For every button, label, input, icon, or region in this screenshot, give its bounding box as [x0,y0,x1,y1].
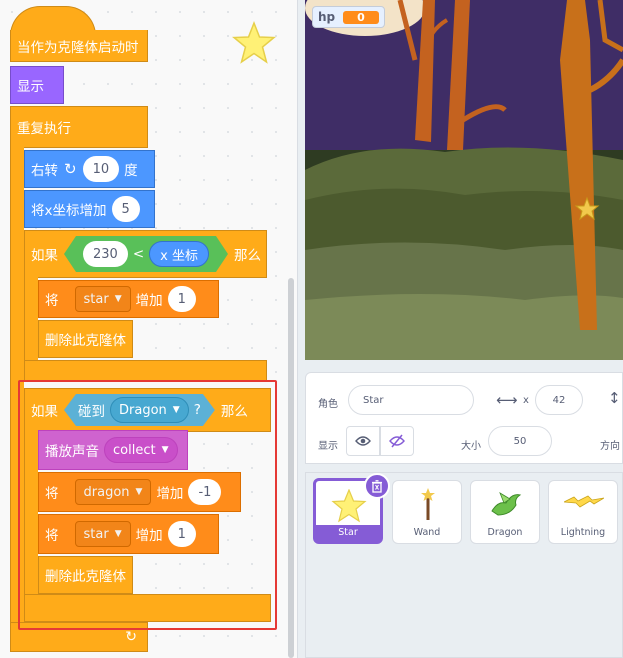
when-clone-starts-block[interactable]: 当作为克隆体启动时 [10,30,148,62]
size-label: 大小 [461,441,481,452]
turn-degrees-input[interactable]: 10 [82,156,120,182]
x-position-value: 42 [552,394,566,406]
show-block[interactable]: 显示 [10,66,64,104]
sprite-tile-lightning[interactable]: Lightning [548,480,618,544]
show-visibility-label: 显示 [318,441,338,452]
sprite-tile-wand[interactable]: Wand [392,480,462,544]
delete-clone-label-1: 删除此克隆体 [45,333,126,349]
when-clone-starts-label: 当作为克隆体启动时 [17,39,139,56]
repeat-arrow-icon: ↻ [125,629,137,645]
hp-monitor-label: hp [318,10,336,24]
stage-backdrop [305,0,623,360]
turn-right-label: 右转 [31,163,58,179]
hp-monitor[interactable]: hp 0 [312,6,385,28]
sprite-name-value: Star [363,394,384,406]
size-value: 50 [513,435,527,447]
sprite-tile-name: Wand [413,527,441,538]
vertical-arrow-icon: ↕ [608,389,621,407]
code-area[interactable]: 当作为克隆体启动时 显示 重复执行 ↻ 右转 ↻ 10 度 将x坐标增加 5 如… [0,0,298,658]
x-position-reporter[interactable]: x 坐标 [149,241,209,267]
if-arm-1 [24,276,38,362]
variable-dropdown-1[interactable]: star ▼ [74,286,131,312]
code-scrollbar[interactable] [288,278,294,658]
direction-label: 方向 [600,441,620,452]
if-block-1[interactable]: 如果 230 < x 坐标 那么 [24,230,267,278]
sprite-tile-name: Lightning [560,527,606,538]
less-than-symbol: < [132,246,145,262]
horizontal-arrow-icon: ⟷ [496,391,518,409]
change-x-block[interactable]: 将x坐标增加 5 [24,190,155,228]
turn-right-block[interactable]: 右转 ↻ 10 度 [24,150,155,188]
sprite-tile-dragon[interactable]: Dragon [470,480,540,544]
if-footer-1 [24,360,267,382]
stage[interactable] [305,0,623,360]
trash-icon [372,479,382,493]
star-icon [331,489,367,523]
less-than-left-input[interactable]: 230 [83,241,128,267]
wand-icon [421,488,435,520]
eye-slash-icon [389,434,405,448]
change-x-label: 将x坐标增加 [31,203,107,219]
delete-clone-block-1[interactable]: 删除此克隆体 [38,320,133,358]
size-input[interactable]: 50 [488,426,552,456]
chevron-down-icon: ▼ [114,294,122,304]
show-label: 显示 [17,79,44,95]
show-sprite-button[interactable] [346,426,380,456]
change-var-prefix-1: 将 [45,293,59,309]
lightning-icon [564,495,604,508]
less-than-operator[interactable]: 230 < x 坐标 [64,236,228,272]
eye-icon [355,436,371,446]
sprite-name-input[interactable]: Star [348,385,474,415]
then-label-1: 那么 [233,248,261,264]
sprite-star-icon [231,20,277,64]
change-var-input-1[interactable]: 1 [167,286,196,312]
change-var-action-1: 增加 [135,293,163,309]
change-variable-block-1[interactable]: 将 star ▼ 增加 1 [38,280,219,318]
forever-label: 重复执行 [17,121,71,137]
change-x-input[interactable]: 5 [111,196,140,222]
variable-name-1: star [83,291,109,307]
sprite-tile-name: Star [316,525,380,541]
dragon-icon [491,492,522,516]
sprite-tile-name: Dragon [487,527,523,538]
degrees-unit-label: 度 [124,163,138,179]
forever-block[interactable]: 重复执行 [10,106,148,148]
if-label-1: 如果 [31,248,58,264]
highlight-box [18,380,277,630]
x-position-input[interactable]: 42 [535,385,583,415]
sprite-label: 角色 [318,399,338,410]
x-label: x [523,395,529,406]
hp-monitor-value: 0 [343,10,379,24]
hide-sprite-button[interactable] [380,426,414,456]
rotate-clockwise-icon: ↻ [64,160,77,178]
delete-sprite-button[interactable] [364,473,390,499]
